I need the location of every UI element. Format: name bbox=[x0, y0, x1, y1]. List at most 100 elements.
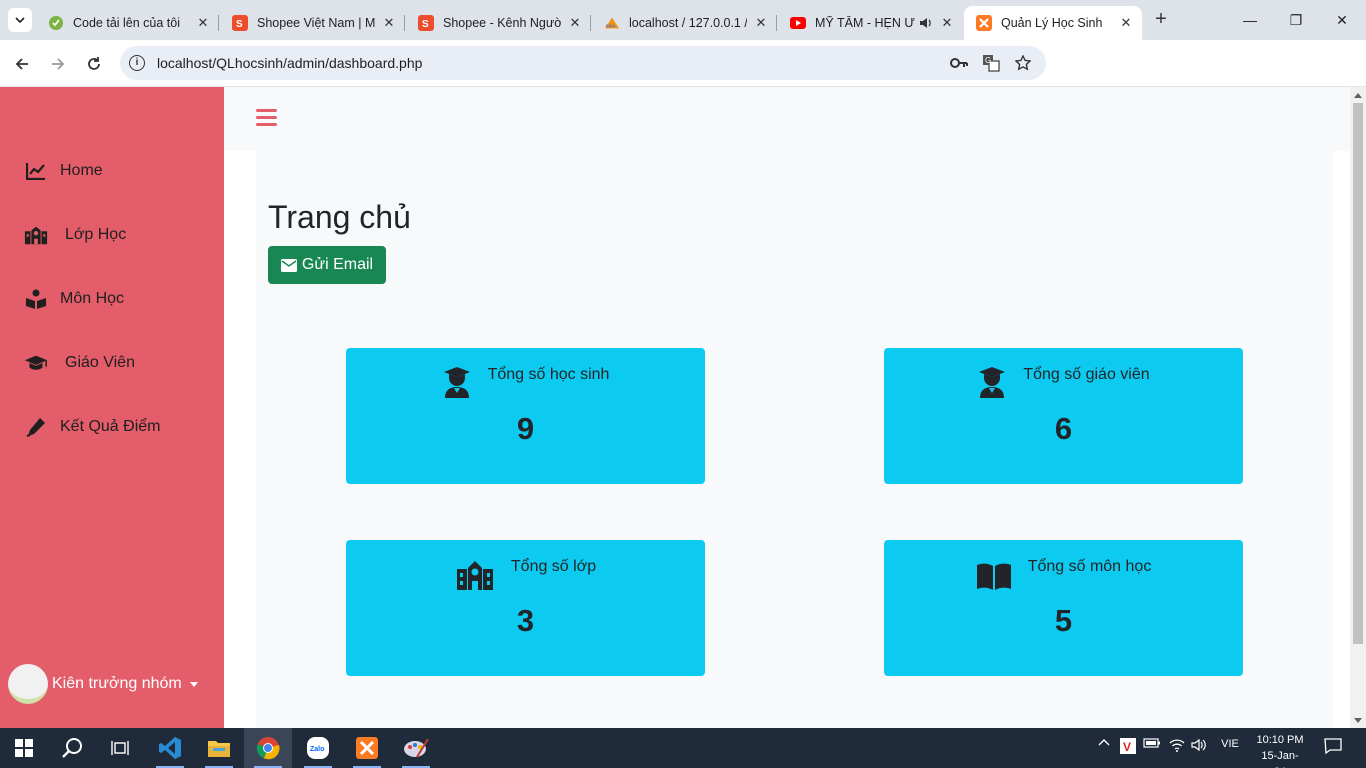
windows-taskbar: Zalo V VIE 10:10 PM 15-Jan-24 bbox=[0, 728, 1366, 768]
restore-button[interactable]: ❐ bbox=[1284, 8, 1308, 32]
hamburger-menu-icon[interactable] bbox=[256, 109, 277, 127]
tab-title: Shopee Việt Nam | Mua bbox=[257, 16, 375, 30]
svg-text:S: S bbox=[422, 19, 429, 29]
reload-icon bbox=[88, 57, 100, 70]
user-menu[interactable]: Kiên trưởng nhóm bbox=[8, 664, 198, 704]
start-button[interactable] bbox=[0, 728, 48, 768]
sidebar-item-home[interactable]: Home bbox=[24, 159, 103, 183]
send-email-button[interactable]: Gửi Email bbox=[268, 246, 386, 284]
tab-strip: Code tải lên của tôi ✕ S Shopee Việt Nam… bbox=[0, 0, 1366, 40]
close-icon[interactable]: ✕ bbox=[753, 15, 769, 31]
stat-card-value: 5 bbox=[1054, 603, 1073, 638]
book-open-icon bbox=[976, 556, 1012, 592]
zalo-icon: Zalo bbox=[307, 737, 329, 759]
translate-icon[interactable]: G bbox=[982, 54, 1000, 72]
notification-center-icon[interactable] bbox=[1322, 738, 1344, 754]
task-view-icon bbox=[111, 741, 129, 755]
scroll-down-arrow-icon[interactable] bbox=[1354, 718, 1362, 723]
user-graduate-icon bbox=[977, 364, 1007, 400]
sidebar-item-label: Giáo Viên bbox=[65, 354, 135, 371]
sidebar-item-label: Lớp Học bbox=[65, 226, 127, 243]
close-icon[interactable]: ✕ bbox=[381, 15, 397, 31]
url-text[interactable]: localhost/QLhocsinh/admin/dashboard.php bbox=[157, 55, 422, 71]
show-hidden-icons-chevron-icon[interactable] bbox=[1096, 738, 1112, 746]
send-email-label: Gửi Email bbox=[301, 256, 374, 273]
taskbar-app-chrome[interactable] bbox=[244, 728, 292, 768]
clock-date: 15-Jan-24 bbox=[1261, 750, 1299, 768]
browser-tab-active[interactable]: Quản Lý Học Sinh ✕ bbox=[964, 6, 1142, 40]
minimize-button[interactable]: — bbox=[1238, 8, 1262, 32]
scroll-up-arrow-icon[interactable] bbox=[1354, 93, 1362, 98]
svg-text:S: S bbox=[236, 19, 243, 29]
browser-tab[interactable]: S Shopee Việt Nam | Mua ✕ bbox=[220, 6, 405, 40]
browser-tab[interactable]: S Shopee - Kênh Người Bán ✕ bbox=[406, 6, 591, 40]
school-icon bbox=[24, 223, 48, 247]
reload-button[interactable] bbox=[82, 52, 106, 76]
book-reader-icon bbox=[24, 287, 48, 311]
sidebar-item-label: Kết Quả Điểm bbox=[60, 418, 161, 435]
tab-title: Shopee - Kênh Người Bán bbox=[443, 16, 561, 30]
input-language[interactable]: VIE bbox=[1216, 738, 1244, 750]
taskbar-app-zalo[interactable]: Zalo bbox=[294, 728, 342, 768]
top-navbar bbox=[224, 87, 1350, 151]
svg-text:G: G bbox=[985, 56, 991, 65]
graduation-cap-icon bbox=[24, 351, 48, 375]
tab-search-button[interactable] bbox=[8, 8, 32, 32]
shopee-icon: S bbox=[232, 15, 248, 31]
sidebar-item-mon-hoc[interactable]: Môn Học bbox=[24, 287, 124, 311]
vietkey-icon[interactable]: V bbox=[1119, 738, 1137, 754]
close-icon[interactable]: ✕ bbox=[567, 15, 583, 31]
stat-card-teachers: Tổng số giáo viên 6 bbox=[884, 348, 1243, 484]
user-graduate-icon bbox=[442, 364, 472, 400]
close-icon[interactable]: ✕ bbox=[939, 15, 955, 31]
stat-card-value: 6 bbox=[1054, 411, 1073, 446]
close-icon[interactable]: ✕ bbox=[1118, 15, 1134, 31]
browser-tab[interactable]: MỸ TÂM - HẸN ƯỚC ✕ bbox=[778, 6, 963, 40]
key-icon[interactable] bbox=[950, 54, 968, 72]
stat-card-label: Tổng số lớp bbox=[510, 558, 597, 575]
taskbar-clock[interactable]: 10:10 PM 15-Jan-24 bbox=[1256, 732, 1304, 768]
browser-tab[interactable]: PMA localhost / 127.0.0.1 / ✕ bbox=[592, 6, 777, 40]
taskbar-app-vscode[interactable] bbox=[146, 728, 194, 768]
page-scrollbar[interactable] bbox=[1350, 87, 1366, 728]
chrome-icon bbox=[256, 737, 280, 760]
shopee-icon: S bbox=[418, 15, 434, 31]
stat-card-students: Tổng số học sinh 9 bbox=[346, 348, 705, 484]
taskbar-app-paint[interactable] bbox=[392, 728, 440, 768]
address-bar[interactable]: i localhost/QLhocsinh/admin/dashboard.ph… bbox=[120, 46, 1046, 80]
windows-logo-icon bbox=[15, 739, 33, 757]
volume-icon[interactable] bbox=[1190, 738, 1208, 752]
arrow-right-icon bbox=[52, 58, 65, 70]
forward-button[interactable] bbox=[46, 52, 70, 76]
window-close-button[interactable]: ✕ bbox=[1330, 8, 1354, 32]
caret-down-icon bbox=[189, 681, 198, 687]
taskbar-app-file-explorer[interactable] bbox=[195, 728, 243, 768]
sidebar-item-giao-vien[interactable]: Giáo Viên bbox=[24, 351, 135, 375]
wifi-icon[interactable] bbox=[1168, 738, 1186, 752]
scrollbar-thumb[interactable] bbox=[1353, 103, 1363, 644]
arrow-left-icon bbox=[15, 58, 28, 70]
sidebar-item-lop-hoc[interactable]: Lớp Học bbox=[24, 223, 126, 247]
phpmyadmin-icon: PMA bbox=[604, 15, 620, 31]
tab-separator bbox=[218, 15, 219, 31]
tab-title: Quản Lý Học Sinh bbox=[1001, 16, 1103, 30]
battery-icon[interactable] bbox=[1143, 738, 1161, 748]
youtube-icon bbox=[790, 15, 806, 31]
star-icon[interactable] bbox=[1014, 54, 1032, 72]
tab-title: Code tải lên của tôi bbox=[73, 16, 181, 30]
speaker-icon[interactable] bbox=[919, 17, 933, 29]
tab-separator bbox=[404, 15, 405, 31]
browser-tab[interactable]: Code tải lên của tôi ✕ bbox=[36, 6, 219, 40]
taskbar-app-xampp[interactable] bbox=[343, 728, 391, 768]
task-view-button[interactable] bbox=[96, 728, 144, 768]
new-tab-button[interactable]: + bbox=[1150, 9, 1172, 31]
taskbar-search-button[interactable] bbox=[48, 728, 96, 768]
sidebar-item-ket-qua-diem[interactable]: Kết Quả Điểm bbox=[24, 415, 160, 439]
site-info-icon[interactable]: i bbox=[129, 55, 145, 71]
tab-title: localhost / 127.0.0.1 / bbox=[629, 16, 747, 30]
search-icon bbox=[62, 738, 82, 758]
close-icon[interactable]: ✕ bbox=[195, 15, 211, 31]
svg-text:PMA: PMA bbox=[606, 23, 617, 28]
back-button[interactable] bbox=[10, 52, 34, 76]
xampp-icon bbox=[976, 15, 992, 31]
